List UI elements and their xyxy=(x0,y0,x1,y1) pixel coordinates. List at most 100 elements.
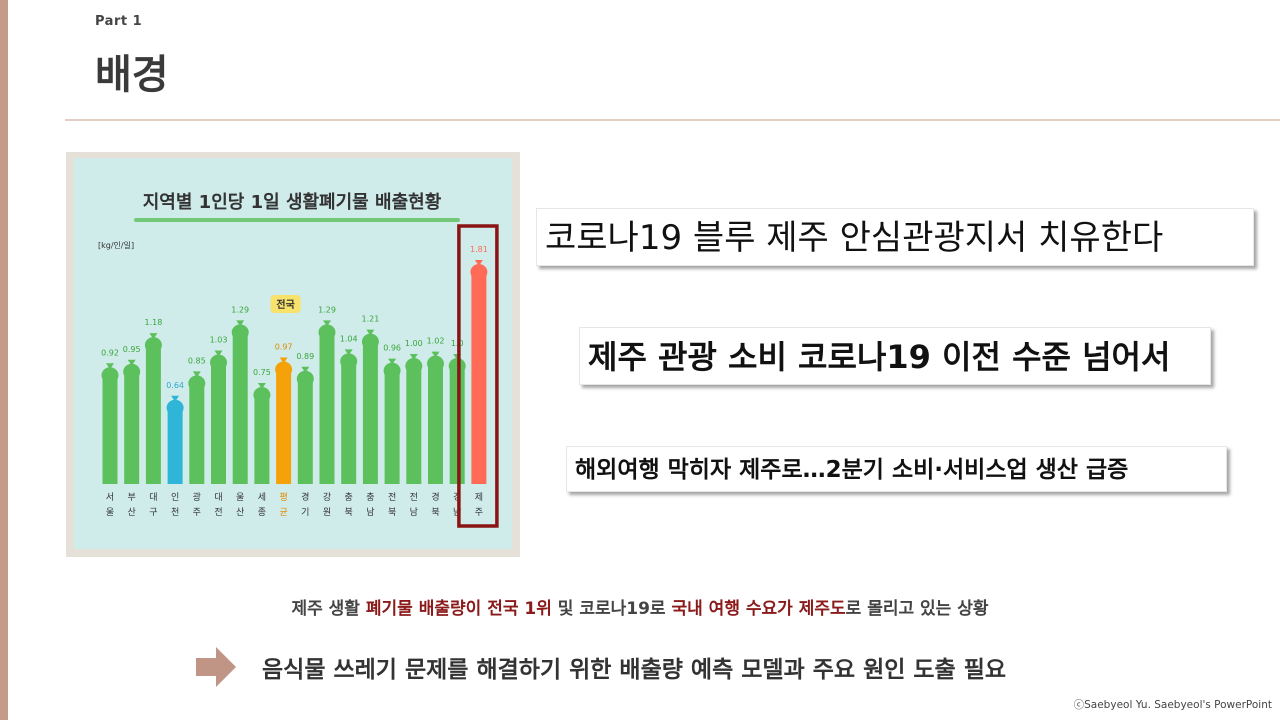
category-label-서울-2: 울 xyxy=(106,507,114,518)
bar-경기 xyxy=(297,380,313,484)
value-label-제주: 1.81 xyxy=(470,245,488,254)
bar-bag-강원 xyxy=(318,324,336,341)
value-label-전남: 1.00 xyxy=(405,339,423,348)
category-label-광주-1: 광 xyxy=(193,491,201,503)
category-label-대전-1: 대 xyxy=(214,492,222,503)
category-label-전남-1: 전 xyxy=(410,492,418,503)
bar-충북 xyxy=(341,363,357,484)
category-label-강원-2: 원 xyxy=(323,507,331,518)
summary-highlight-2: 국내 여행 수요가 제주도 xyxy=(671,599,846,619)
news-headline-3: 해외여행 막히자 제주로…2분기 소비·서비스업 생산 급증 xyxy=(566,446,1227,492)
category-label-경북-1: 경 xyxy=(431,491,439,503)
summary-highlight-1: 폐기물 배출량이 전국 1위 xyxy=(365,599,552,619)
bar-bag-광주 xyxy=(188,375,206,392)
value-label-대구: 1.18 xyxy=(144,318,162,327)
summary-text: 제주 생활 폐기물 배출량이 전국 1위 및 코로나19로 국내 여행 수요가 … xyxy=(0,594,1280,619)
value-label-충남: 1.21 xyxy=(361,315,379,324)
national-badge-label: 전국 xyxy=(276,298,294,311)
value-label-부산: 0.95 xyxy=(123,345,141,354)
category-label-제주-2: 주 xyxy=(475,507,483,518)
category-label-충북-2: 북 xyxy=(345,507,353,518)
chart-title-underline xyxy=(134,218,460,222)
value-label-평균: 0.97 xyxy=(275,342,293,351)
value-label-울산: 1.29 xyxy=(231,305,249,314)
bar-제주 xyxy=(471,274,487,484)
bar-bag-제주 xyxy=(470,264,488,281)
bar-bag-울산 xyxy=(231,324,249,341)
news-headline-1: 코로나19 블루 제주 안심관광지서 치유한다 xyxy=(536,208,1254,266)
arrow-right-icon xyxy=(196,647,236,687)
bar-bag-경기 xyxy=(296,370,314,387)
bar-bag-전남 xyxy=(405,358,423,374)
title-divider xyxy=(65,119,1280,121)
category-label-충북-1: 충 xyxy=(345,492,353,503)
value-label-충북: 1.04 xyxy=(340,334,358,343)
value-label-강원: 1.29 xyxy=(318,305,336,314)
part-label: Part 1 xyxy=(95,14,143,29)
value-label-세종: 0.75 xyxy=(253,368,271,377)
bar-강원 xyxy=(319,334,335,484)
category-label-강원-1: 강 xyxy=(323,492,331,503)
value-label-전북: 0.96 xyxy=(383,344,401,353)
category-label-경기-2: 기 xyxy=(301,507,309,518)
waste-bar-chart: 지역별 1인당 1일 생활폐기물 배출현황[kg/인/일]0.92서울0.95부… xyxy=(98,192,499,528)
bar-인천 xyxy=(167,409,183,484)
category-label-울산-2: 산 xyxy=(236,507,244,518)
value-label-경북: 1.02 xyxy=(427,337,445,346)
bar-bag-서울 xyxy=(101,367,119,384)
value-label-광주: 0.85 xyxy=(188,356,206,365)
category-label-경북-2: 북 xyxy=(431,507,439,518)
page-title: 배경 xyxy=(95,52,169,98)
category-label-대구-2: 구 xyxy=(149,507,157,518)
category-label-전북-1: 전 xyxy=(388,492,396,503)
category-label-세종-1: 세 xyxy=(258,492,266,503)
bar-bag-충북 xyxy=(340,353,358,370)
bar-bag-대구 xyxy=(144,337,162,354)
bar-bag-평균 xyxy=(275,361,293,378)
bar-bag-충남 xyxy=(361,333,379,350)
category-label-충남-2: 남 xyxy=(366,507,374,518)
bar-울산 xyxy=(232,334,248,484)
category-label-인천-1: 인 xyxy=(171,492,179,503)
category-label-울산-1: 울 xyxy=(236,492,244,503)
category-label-제주-1: 제 xyxy=(475,492,483,503)
summary-part-1: 제주 생활 xyxy=(291,599,366,619)
value-label-경기: 0.89 xyxy=(296,352,314,361)
bar-대전 xyxy=(211,364,226,484)
bar-bag-부산 xyxy=(123,363,141,380)
bar-bag-경북 xyxy=(427,355,444,372)
value-label-대전: 1.03 xyxy=(210,336,228,345)
news-headline-2: 제주 관광 소비 코로나19 이전 수준 넘어서 xyxy=(579,327,1211,385)
category-label-인천-2: 천 xyxy=(171,507,179,518)
category-label-평균-1: 평 xyxy=(279,492,287,503)
bar-광주 xyxy=(189,385,205,484)
bar-bag-대전 xyxy=(210,354,227,371)
bar-전남 xyxy=(406,368,422,484)
category-label-세종-2: 종 xyxy=(258,507,266,518)
summary-part-5: 로 몰리고 있는 상황 xyxy=(845,599,989,619)
bar-bag-인천 xyxy=(166,399,184,416)
value-label-인천: 0.64 xyxy=(166,381,184,390)
copyright-notice: ⓒSaebyeol Yu. Saebyeol's PowerPoint xyxy=(1073,699,1272,711)
category-label-평균-2: 균 xyxy=(279,507,287,518)
category-label-충남-1: 충 xyxy=(366,492,374,503)
category-label-광주-2: 주 xyxy=(193,507,201,518)
bar-서울 xyxy=(102,377,118,484)
category-label-경기-1: 경 xyxy=(301,491,309,503)
bar-부산 xyxy=(124,373,140,484)
bar-평균 xyxy=(276,371,292,484)
conclusion-text: 음식물 쓰레기 문제를 해결하기 위한 배출량 예측 모델과 주요 원인 도출 … xyxy=(262,657,1007,683)
category-label-부산-1: 부 xyxy=(128,492,136,503)
category-label-서울-1: 서 xyxy=(106,492,114,503)
bar-충남 xyxy=(362,343,378,484)
category-label-부산-2: 산 xyxy=(128,507,136,518)
chart-title: 지역별 1인당 1일 생활폐기물 배출현황 xyxy=(143,192,442,213)
category-label-전북-2: 북 xyxy=(388,507,396,518)
bar-bag-전북 xyxy=(383,362,401,379)
bar-세종 xyxy=(254,397,270,484)
value-label-서울: 0.92 xyxy=(101,348,119,357)
bar-경북 xyxy=(428,365,443,484)
chart-unit-label: [kg/인/일] xyxy=(98,240,134,250)
category-label-전남-2: 남 xyxy=(410,507,418,518)
category-label-대구-1: 대 xyxy=(149,492,157,503)
